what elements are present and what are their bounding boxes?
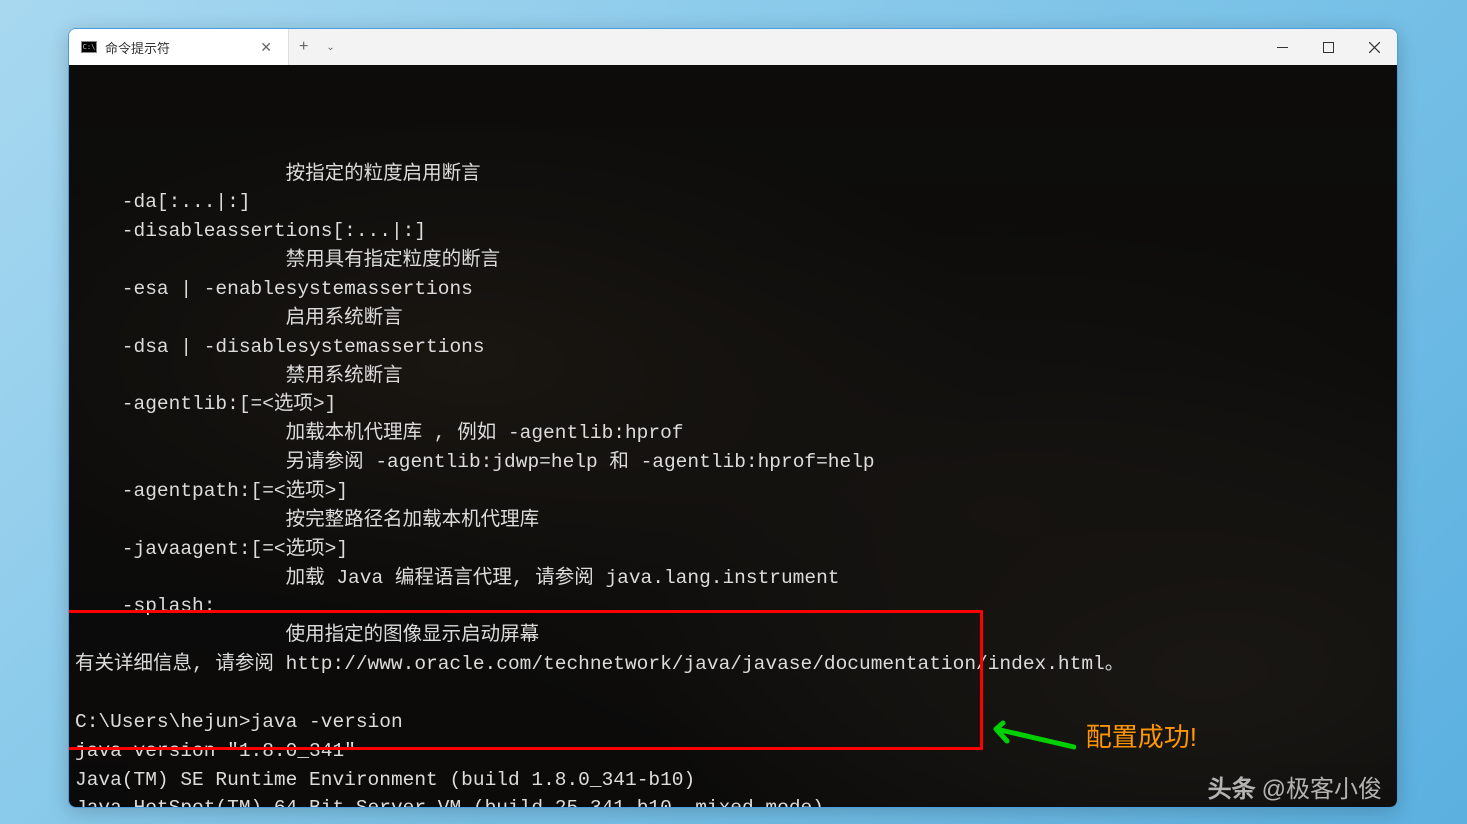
terminal-area[interactable]: 按指定的粒度启用断言 -da[:...|:] -disableassertion…: [69, 65, 1397, 807]
titlebar: C:\ 命令提示符 ✕ + ⌄: [69, 29, 1397, 65]
watermark-brand: 头条: [1208, 769, 1256, 804]
watermark-author: @极客小俊: [1262, 769, 1382, 804]
minimize-button[interactable]: [1259, 29, 1305, 65]
maximize-button[interactable]: [1305, 29, 1351, 65]
new-tab-button[interactable]: +: [289, 38, 318, 56]
terminal-window: C:\ 命令提示符 ✕ + ⌄ 按指定的粒度启用断言 -da[:...|:] -…: [68, 28, 1398, 808]
tab-title: 命令提示符: [105, 38, 248, 57]
cmd-icon: C:\: [81, 41, 97, 53]
close-button[interactable]: [1351, 29, 1397, 65]
tab-dropdown-button[interactable]: ⌄: [318, 42, 342, 53]
terminal-output: 按指定的粒度启用断言 -da[:...|:] -disableassertion…: [75, 160, 1391, 807]
annotation-text: 配置成功!: [1086, 718, 1197, 756]
window-controls: [1259, 29, 1397, 65]
tab-cmd[interactable]: C:\ 命令提示符 ✕: [69, 29, 289, 65]
watermark: 头条 @极客小俊: [1208, 769, 1382, 804]
tab-close-button[interactable]: ✕: [256, 39, 276, 56]
arrow-icon: [981, 717, 1076, 757]
annotation: 配置成功!: [981, 717, 1197, 757]
